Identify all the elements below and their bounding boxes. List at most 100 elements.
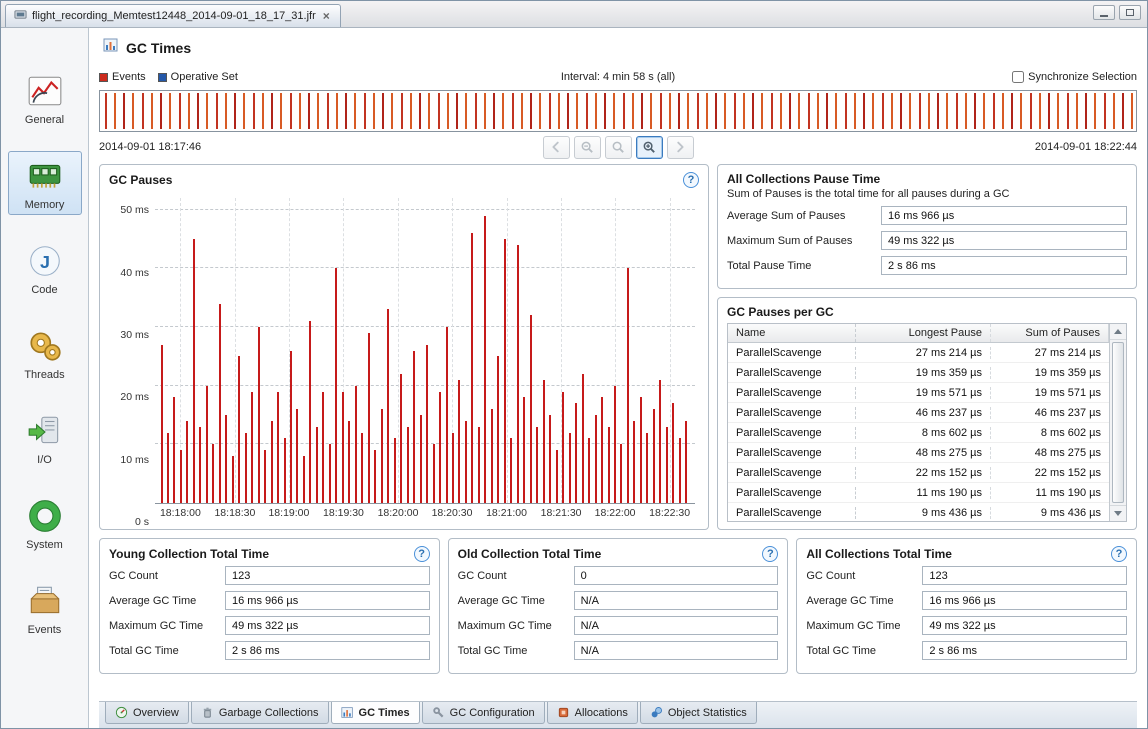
table-row[interactable]: ParallelScavenge27 ms 214 µs27 ms 214 µs xyxy=(728,343,1109,363)
timeline-event-line xyxy=(271,93,273,129)
table-row[interactable]: ParallelScavenge9 ms 436 µs9 ms 436 µs xyxy=(728,503,1109,521)
table-row[interactable]: ParallelScavenge46 ms 237 µs46 ms 237 µs xyxy=(728,403,1109,423)
field-label: GC Count xyxy=(458,570,568,582)
sidebar-item-threads[interactable]: Threads xyxy=(8,321,82,385)
cell-longest-pause: 19 ms 571 µs xyxy=(856,387,991,399)
document-tab[interactable]: flight_recording_Memtest12448_2014-09-01… xyxy=(5,4,341,27)
zoom-in-button[interactable] xyxy=(636,136,663,159)
panel-title-row: All Collections Total Time? xyxy=(806,546,1127,562)
nav-back-button[interactable] xyxy=(543,136,570,159)
tab-label: GC Configuration xyxy=(450,707,535,719)
column-header-sum-of-pauses[interactable]: Sum of Pauses xyxy=(991,324,1109,342)
cell-longest-pause: 46 ms 237 µs xyxy=(856,407,991,419)
column-header-longest-pause[interactable]: Longest Pause xyxy=(856,324,991,342)
tab-label: Allocations xyxy=(575,707,628,719)
field-value-average-gc-time[interactable]: 16 ms 966 µs xyxy=(225,591,430,610)
table-row[interactable]: ParallelScavenge19 ms 359 µs19 ms 359 µs xyxy=(728,363,1109,383)
x-tick-label: 18:18:30 xyxy=(214,507,255,519)
timeline-event-line xyxy=(808,93,810,129)
field-value-gc-count[interactable]: 0 xyxy=(574,566,779,585)
pause-time-title: All Collections Pause Time xyxy=(727,172,880,186)
timeline-event-line xyxy=(502,93,504,129)
tab-gc-times[interactable]: GC Times xyxy=(331,702,420,724)
close-tab-icon[interactable]: × xyxy=(321,9,332,23)
chart-plot[interactable] xyxy=(155,198,695,504)
sidebar-item-code[interactable]: JCode xyxy=(8,236,82,300)
help-icon[interactable]: ? xyxy=(1111,546,1127,562)
scroll-down-button[interactable] xyxy=(1110,505,1126,521)
field-value-average-gc-time[interactable]: N/A xyxy=(574,591,779,610)
timeline-event-line xyxy=(151,93,153,129)
gc-pause-spike xyxy=(199,427,201,503)
scrollbar-thumb[interactable] xyxy=(1112,342,1124,503)
field-value-total-gc-time[interactable]: 2 s 86 ms xyxy=(922,641,1127,660)
nav-forward-button[interactable] xyxy=(667,136,694,159)
gc-times-icon xyxy=(341,706,354,719)
zoom-out-button[interactable] xyxy=(574,136,601,159)
timeline-event-line xyxy=(373,93,375,129)
field-value-maximum-gc-time[interactable]: 49 ms 322 µs xyxy=(225,616,430,635)
gc-configuration-icon xyxy=(432,706,445,719)
timeline-event-line xyxy=(761,93,763,129)
timeline-event-line xyxy=(1002,93,1004,129)
field-value-gc-count[interactable]: 123 xyxy=(225,566,430,585)
scroll-up-button[interactable] xyxy=(1110,324,1126,340)
sidebar-item-system[interactable]: System xyxy=(8,491,82,555)
cell-sum-of-pauses: 48 ms 275 µs xyxy=(991,447,1109,459)
tab-garbage-collections[interactable]: Garbage Collections xyxy=(191,702,329,724)
table-row[interactable]: ParallelScavenge8 ms 602 µs8 ms 602 µs xyxy=(728,423,1109,443)
synchronize-selection-checkbox[interactable] xyxy=(1012,71,1024,83)
timeline-nav-buttons xyxy=(99,136,1137,159)
timeline-event-line xyxy=(308,93,310,129)
sidebar-item-general[interactable]: General xyxy=(8,66,82,130)
help-icon[interactable]: ? xyxy=(762,546,778,562)
gc-pause-spike xyxy=(582,374,584,503)
field-value-maximum-sum-of-pauses[interactable]: 49 ms 322 µs xyxy=(881,231,1127,250)
minimize-button[interactable] xyxy=(1093,5,1115,20)
tab-allocations[interactable]: Allocations xyxy=(547,702,638,724)
x-tick-label: 18:22:00 xyxy=(595,507,636,519)
y-tick-label: 50 ms xyxy=(120,204,149,216)
maximize-button[interactable] xyxy=(1119,5,1141,20)
tab-object-statistics[interactable]: Object Statistics xyxy=(640,702,757,724)
timeline-event-line xyxy=(798,93,800,129)
timeline-event-line xyxy=(826,93,828,129)
column-header-name[interactable]: Name xyxy=(728,324,856,342)
tab-gc-configuration[interactable]: GC Configuration xyxy=(422,702,545,724)
field-value-average-sum-of-pauses[interactable]: 16 ms 966 µs xyxy=(881,206,1127,225)
field-value-maximum-gc-time[interactable]: N/A xyxy=(574,616,779,635)
titlebar: flight_recording_Memtest12448_2014-09-01… xyxy=(1,1,1147,28)
timeline-event-line xyxy=(206,93,208,129)
sidebar-item-i-o[interactable]: I/O xyxy=(8,406,82,470)
gc-pause-spike xyxy=(653,409,655,503)
timeline-strip[interactable] xyxy=(99,90,1137,132)
field-value-total-gc-time[interactable]: 2 s 86 ms xyxy=(225,641,430,660)
cell-longest-pause: 8 ms 602 µs xyxy=(856,427,991,439)
sidebar-item-memory[interactable]: Memory xyxy=(8,151,82,215)
cell-sum-of-pauses: 22 ms 152 µs xyxy=(991,467,1109,479)
table-row[interactable]: ParallelScavenge11 ms 190 µs11 ms 190 µs xyxy=(728,483,1109,503)
field-value-maximum-gc-time[interactable]: 49 ms 322 µs xyxy=(922,616,1127,635)
help-icon[interactable]: ? xyxy=(683,172,699,188)
gc-pauses-chart: 50 ms40 ms30 ms20 ms10 ms0 s 18:18:0018:… xyxy=(109,192,699,522)
gc-pause-spike xyxy=(219,304,221,503)
zoom-selection-button[interactable] xyxy=(605,136,632,159)
y-tick-label: 10 ms xyxy=(120,454,149,466)
field-value-gc-count[interactable]: 123 xyxy=(922,566,1127,585)
table-row[interactable]: ParallelScavenge19 ms 571 µs19 ms 571 µs xyxy=(728,383,1109,403)
table-row[interactable]: ParallelScavenge22 ms 152 µs22 ms 152 µs xyxy=(728,463,1109,483)
timeline-event-line xyxy=(669,93,671,129)
right-column: All Collections Pause Time Sum of Pauses… xyxy=(717,164,1137,530)
field-value-total-gc-time[interactable]: N/A xyxy=(574,641,779,660)
gc-pause-spike xyxy=(264,450,266,503)
field-row: Average Sum of Pauses16 ms 966 µs xyxy=(727,206,1127,225)
field-value-average-gc-time[interactable]: 16 ms 966 µs xyxy=(922,591,1127,610)
help-icon[interactable]: ? xyxy=(414,546,430,562)
sidebar-item-events[interactable]: Events xyxy=(8,576,82,640)
timeline-event-line xyxy=(317,93,319,129)
tab-overview[interactable]: Overview xyxy=(105,702,189,724)
gc-pause-spike xyxy=(504,239,506,503)
field-value-total-pause-time[interactable]: 2 s 86 ms xyxy=(881,256,1127,275)
table-row[interactable]: ParallelScavenge48 ms 275 µs48 ms 275 µs xyxy=(728,443,1109,463)
table-scrollbar[interactable] xyxy=(1109,324,1126,521)
